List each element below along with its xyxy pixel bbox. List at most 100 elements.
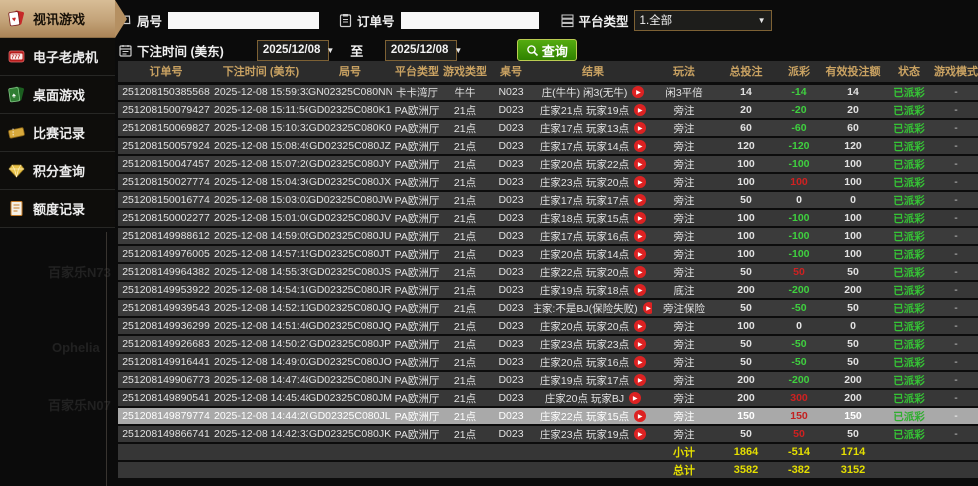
cell-valid-bet: 100 xyxy=(822,173,884,191)
cell-bet-time: 2025-12-08 15:11:56 xyxy=(214,101,308,119)
replay-play-icon[interactable]: ▶ xyxy=(629,392,641,404)
cell-payout: -20 xyxy=(776,101,822,119)
date-to-select[interactable]: 2025/12/08 ▼ xyxy=(385,40,457,61)
cell-payout: -50 xyxy=(776,335,822,353)
subtotal-spacer xyxy=(884,443,978,461)
cell-bet-time: 2025-12-08 15:03:02 xyxy=(214,191,308,209)
result-text: 庄家17点 玩家16点 xyxy=(540,229,629,244)
replay-play-icon[interactable]: ▶ xyxy=(634,410,646,422)
table-row[interactable]: 2512081500794272025-12-08 15:11:56GD0232… xyxy=(118,101,978,119)
replay-play-icon[interactable]: ▶ xyxy=(634,122,646,134)
table-row[interactable]: 2512081500474572025-12-08 15:07:20GD0232… xyxy=(118,155,978,173)
replay-play-icon[interactable]: ▶ xyxy=(632,86,644,98)
cell-bet-time: 2025-12-08 14:51:46 xyxy=(214,317,308,335)
table-row[interactable]: 2512081500167742025-12-08 15:03:02GD0232… xyxy=(118,191,978,209)
cell-table-no: D023 xyxy=(488,263,534,281)
cell-status: 已派彩 xyxy=(884,299,934,317)
cell-order-no: 251208149976005 xyxy=(118,245,214,263)
sidebar-item-table-games[interactable]: ♠ 桌面游戏 xyxy=(0,76,115,114)
order-no-input[interactable] xyxy=(400,11,540,30)
platform-type-select[interactable]: 1.全部 ▼ xyxy=(634,10,772,31)
subtotal-spacer xyxy=(118,443,652,461)
cell-payout: 100 xyxy=(776,173,822,191)
table-row[interactable]: 2512081499539222025-12-08 14:54:10GD0232… xyxy=(118,281,978,299)
date-from-select[interactable]: 2025/12/08 ▼ xyxy=(257,40,329,61)
cell-table-no: D023 xyxy=(488,137,534,155)
cell-valid-bet: 50 xyxy=(822,425,884,443)
cell-result: 庄家23点 玩家23点▶ xyxy=(534,335,652,353)
cell-total-bet: 100 xyxy=(716,209,776,227)
sidebar-item-points-query[interactable]: 积分查询 xyxy=(0,152,115,190)
cell-round-no: GD02325C080JN xyxy=(308,371,392,389)
replay-play-icon[interactable]: ▶ xyxy=(634,284,646,296)
cell-status: 已派彩 xyxy=(884,191,934,209)
background-dealer-name: Ophelia xyxy=(52,340,100,355)
replay-play-icon[interactable]: ▶ xyxy=(643,302,652,314)
cell-result: 庄家17点 玩家14点▶ xyxy=(534,137,652,155)
replay-play-icon[interactable]: ▶ xyxy=(634,158,646,170)
cell-status: 已派彩 xyxy=(884,335,934,353)
replay-play-icon[interactable]: ▶ xyxy=(634,356,646,368)
table-row[interactable]: 2512081498667412025-12-08 14:42:33GD0232… xyxy=(118,425,978,443)
cell-bet-time: 2025-12-08 14:55:35 xyxy=(214,263,308,281)
sidebar-item-video-games[interactable]: ♥ 视讯游戏 xyxy=(0,0,115,38)
table-row[interactable]: 2512081500022772025-12-08 15:01:00GD0232… xyxy=(118,209,978,227)
cell-round-no: GD02325C080JV xyxy=(308,209,392,227)
cell-total-bet: 50 xyxy=(716,425,776,443)
cell-order-no: 251208149906773 xyxy=(118,371,214,389)
replay-play-icon[interactable]: ▶ xyxy=(634,248,646,260)
replay-play-icon[interactable]: ▶ xyxy=(634,140,646,152)
cell-round-no: GD02325C080JQ xyxy=(308,299,392,317)
replay-play-icon[interactable]: ▶ xyxy=(634,104,646,116)
table-row[interactable]: 2512081499362992025-12-08 14:51:46GD0232… xyxy=(118,317,978,335)
cell-play-type: 旁注 xyxy=(652,371,716,389)
table-row[interactable]: 2512081500579242025-12-08 15:08:49GD0232… xyxy=(118,137,978,155)
cell-table-no: D023 xyxy=(488,209,534,227)
cell-valid-bet: 200 xyxy=(822,371,884,389)
replay-play-icon[interactable]: ▶ xyxy=(634,428,646,440)
replay-play-icon[interactable]: ▶ xyxy=(634,320,646,332)
replay-play-icon[interactable]: ▶ xyxy=(634,194,646,206)
cell-game-type: 21点 xyxy=(442,371,488,389)
cell-game-type: 21点 xyxy=(442,335,488,353)
table-row[interactable]: 2512081499886122025-12-08 14:59:05GD0232… xyxy=(118,227,978,245)
replay-play-icon[interactable]: ▶ xyxy=(634,338,646,350)
table-row[interactable]: 2512081500277742025-12-08 15:04:36GD0232… xyxy=(118,173,978,191)
table-row[interactable]: 2512081499067732025-12-08 14:47:48GD0232… xyxy=(118,371,978,389)
replay-play-icon[interactable]: ▶ xyxy=(634,374,646,386)
table-row[interactable]: 2512081499760052025-12-08 14:57:15GD0232… xyxy=(118,245,978,263)
cell-play-type: 旁注 xyxy=(652,191,716,209)
table-row[interactable]: 2512081498797742025-12-08 14:44:20GD0232… xyxy=(118,407,978,425)
table-row[interactable]: 2512081499266832025-12-08 14:50:27GD0232… xyxy=(118,335,978,353)
replay-play-icon[interactable]: ▶ xyxy=(634,230,646,242)
cell-game-type: 21点 xyxy=(442,209,488,227)
replay-play-icon[interactable]: ▶ xyxy=(634,212,646,224)
search-button[interactable]: 查询 xyxy=(517,39,577,61)
cell-play-type: 旁注 xyxy=(652,101,716,119)
round-no-input[interactable] xyxy=(167,11,320,30)
table-row[interactable]: 2512081498905412025-12-08 14:45:48GD0232… xyxy=(118,389,978,407)
sidebar-item-quota-record[interactable]: 额度记录 xyxy=(0,190,115,228)
sidebar-item-slots[interactable]: 777 电子老虎机 xyxy=(0,38,115,76)
header-game-type: 游戏类型 xyxy=(442,61,488,83)
cell-result: 庄(牛牛) 闲3(无牛) ▶ xyxy=(534,83,652,101)
table-row[interactable]: 2512081499395432025-12-08 14:52:11GD0232… xyxy=(118,299,978,317)
cell-game-type: 21点 xyxy=(442,317,488,335)
cell-table-no: D023 xyxy=(488,245,534,263)
chevron-down-icon: ▼ xyxy=(758,16,766,25)
cell-play-type: 旁注 xyxy=(652,119,716,137)
cell-platform: PA欧洲厅 xyxy=(392,137,442,155)
table-row[interactable]: 2512081499643822025-12-08 14:55:35GD0232… xyxy=(118,263,978,281)
cell-bet-time: 2025-12-08 14:54:10 xyxy=(214,281,308,299)
cell-game-type: 21点 xyxy=(442,281,488,299)
cell-game-mode: - xyxy=(934,101,978,119)
cell-bet-time: 2025-12-08 15:59:33 xyxy=(214,83,308,101)
replay-play-icon[interactable]: ▶ xyxy=(634,266,646,278)
table-row[interactable]: 2512081499164412025-12-08 14:49:02GD0232… xyxy=(118,353,978,371)
filter-row-1: 局号 订单号 平台类型 1.全部 ▼ xyxy=(118,8,978,32)
table-row[interactable]: 2512081503855682025-12-08 15:59:33GN0232… xyxy=(118,83,978,101)
result-text: 庄(牛牛) 闲3(无牛) xyxy=(542,85,628,100)
sidebar-item-match-record[interactable]: 比赛记录 xyxy=(0,114,115,152)
replay-play-icon[interactable]: ▶ xyxy=(634,176,646,188)
table-row[interactable]: 2512081500698272025-12-08 15:10:32GD0232… xyxy=(118,119,978,137)
